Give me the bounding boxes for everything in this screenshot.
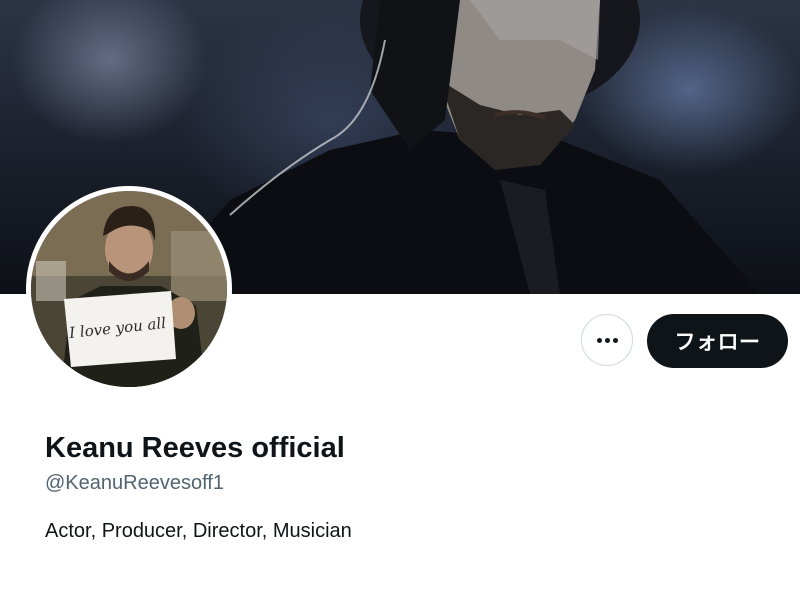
profile-bio: Actor, Producer, Director, Musician [45,520,352,542]
more-options-button[interactable] [581,314,633,366]
profile-display-name: Keanu Reeves official [45,432,345,464]
profile-page: I love you all フォロー Keanu Reeves officia… [0,0,800,600]
profile-avatar[interactable]: I love you all [26,186,232,392]
avatar-artwork [31,191,227,387]
follow-button[interactable]: フォロー [647,314,788,368]
avatar-photo: I love you all [31,191,227,387]
more-horizontal-icon [596,337,618,343]
profile-handle: @KeanuReevesoff1 [45,472,224,494]
